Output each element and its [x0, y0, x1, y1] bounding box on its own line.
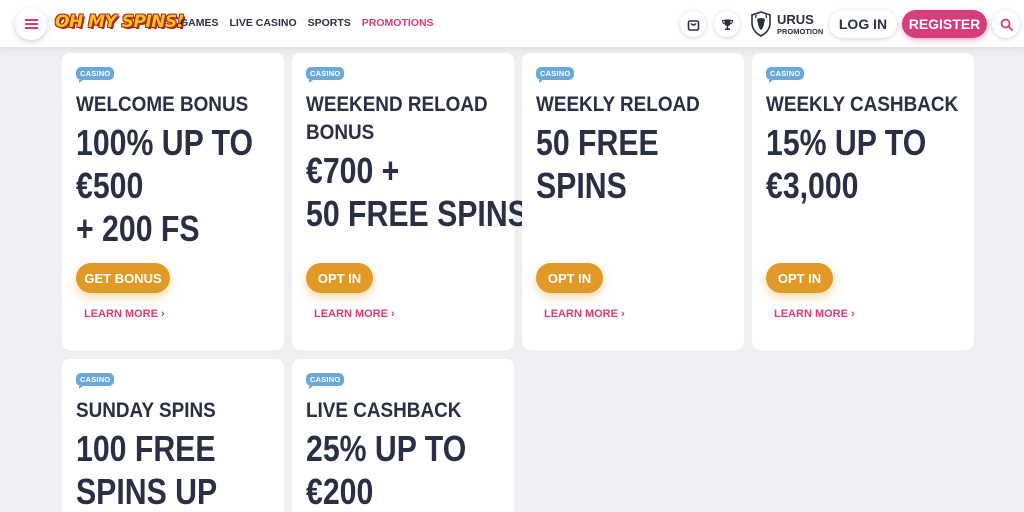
opt-in-button[interactable]: OPT IN [766, 263, 833, 293]
trophy-icon [721, 19, 733, 30]
learn-more-link[interactable]: LEARN MORE › [774, 308, 855, 320]
learn-more-link[interactable]: LEARN MORE › [84, 308, 165, 320]
category-badge: CASINO [536, 67, 575, 83]
promo-card: CASINO WELCOME BONUS 100% UP TO €500 + 2… [62, 53, 284, 350]
bag-icon [687, 19, 699, 31]
category-badge: CASINO [76, 373, 115, 389]
search-icon [1000, 18, 1013, 31]
nav-promotions[interactable]: PROMOTIONS [362, 17, 434, 29]
category-badge: CASINO [306, 373, 345, 389]
promo-card: CASINO LIVE CASHBACK 25% UP TO €200 [292, 359, 514, 512]
promo-offer: 100% UP TO €500 + 200 FS [76, 122, 254, 249]
category-badge: CASINO [766, 67, 805, 83]
tournaments-button[interactable] [714, 11, 740, 37]
promo-title: WEEKLY RELOAD [536, 93, 700, 116]
nav-live-casino[interactable]: LIVE CASINO [230, 17, 297, 29]
chevron-right-icon: › [390, 308, 395, 320]
urus-promotion-link[interactable]: URUS PROMOTION [750, 11, 823, 37]
site-logo[interactable]: OH MY SPINS! [55, 12, 185, 32]
promo-title: SUNDAY SPINS [76, 399, 216, 422]
nav-sports[interactable]: SPORTS [308, 17, 351, 29]
promo-card: CASINO SUNDAY SPINS 100 FREE SPINS UP [62, 359, 284, 512]
promo-title: WELCOME BONUS [76, 93, 249, 116]
nav-games[interactable]: GAMES [180, 17, 219, 29]
category-badge: CASINO [306, 67, 345, 83]
promo-subtitle: PROMOTION [777, 26, 824, 36]
promo-title: LIVE CASHBACK [306, 399, 462, 422]
cashier-button[interactable] [680, 11, 706, 37]
promo-card: CASINO WEEKLY CASHBACK 15% UP TO €3,000 … [752, 53, 974, 350]
login-button[interactable]: LOG IN [829, 10, 897, 38]
promo-card: CASINO WEEKEND RELOAD BONUS €700 + 50 FR… [292, 53, 528, 350]
promo-card: CASINO WEEKLY RELOAD 50 FREE SPINS OPT I… [522, 53, 744, 350]
bull-icon [751, 11, 771, 37]
chevron-right-icon: › [620, 308, 625, 320]
register-button[interactable]: REGISTER [902, 10, 987, 38]
learn-more-link[interactable]: LEARN MORE › [314, 308, 395, 320]
learn-more-link[interactable]: LEARN MORE › [544, 308, 625, 320]
chevron-right-icon: › [160, 308, 165, 320]
opt-in-button[interactable]: OPT IN [306, 263, 373, 293]
promo-title: WEEKEND RELOAD BONUS [306, 93, 488, 144]
chevron-right-icon: › [850, 308, 855, 320]
menu-button[interactable] [15, 8, 47, 40]
promo-title: WEEKLY CASHBACK [766, 93, 959, 116]
opt-in-button[interactable]: OPT IN [536, 263, 603, 293]
category-badge: CASINO [76, 67, 115, 83]
promo-offer: 25% UP TO €200 [306, 428, 467, 512]
promo-offer: 50 FREE SPINS [536, 122, 659, 206]
promo-offer: 15% UP TO €3,000 [766, 122, 927, 206]
main-nav: GAMES LIVE CASINO SPORTS PROMOTIONS [180, 17, 434, 29]
site-header: OH MY SPINS! GAMES LIVE CASINO SPORTS PR… [0, 0, 1024, 47]
menu-icon [24, 19, 38, 29]
promo-offer: €700 + 50 FREE SPINS [306, 150, 528, 234]
search-button[interactable] [992, 10, 1020, 38]
promo-offer: 100 FREE SPINS UP [76, 428, 218, 512]
promo-title: URUS [777, 11, 814, 27]
get-bonus-button[interactable]: GET BONUS [76, 263, 170, 293]
